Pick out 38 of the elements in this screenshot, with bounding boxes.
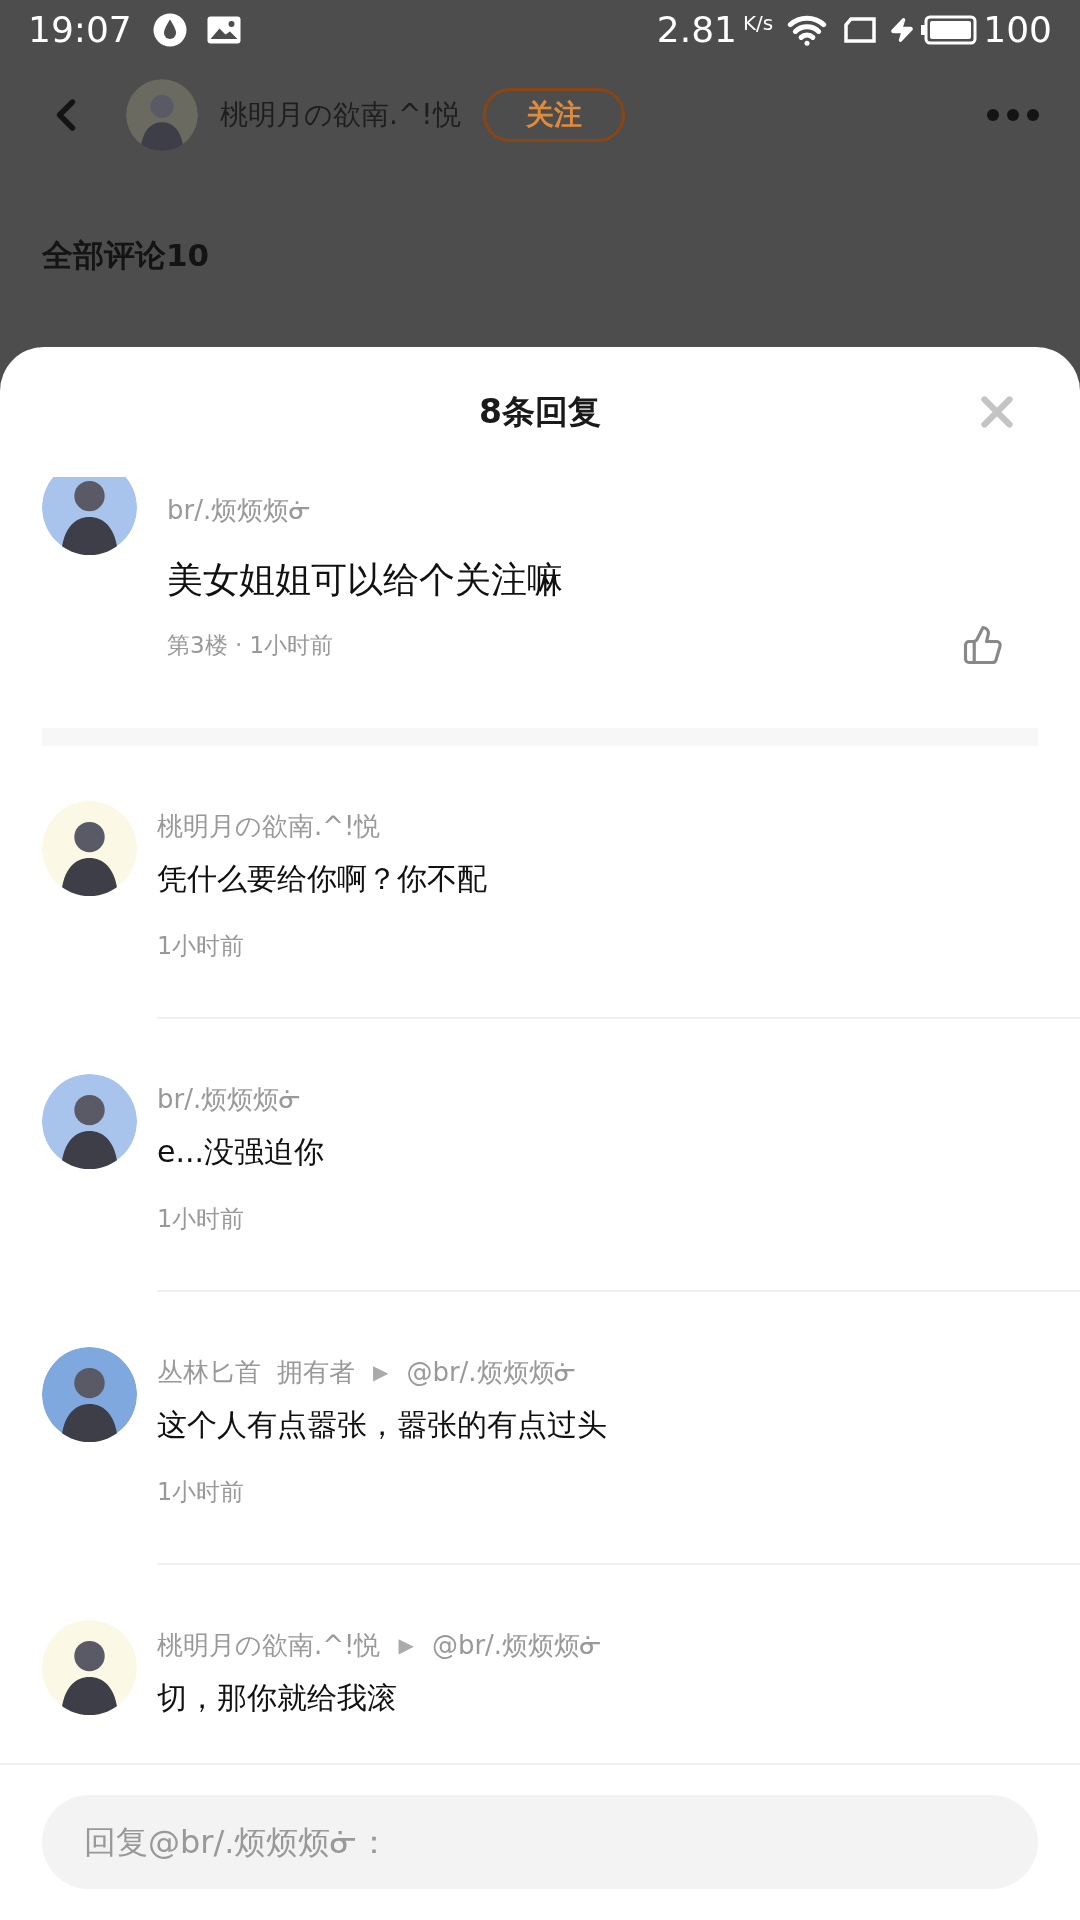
reply-author[interactable]: 桃明月の欲南.^!悦	[157, 1628, 381, 1662]
avatar[interactable]	[42, 801, 137, 896]
reply-time: 1小时前	[157, 1204, 246, 1235]
reply-text: 这个人有点嚣张，嚣张的有点过头	[157, 1406, 608, 1444]
comment-meta: 第3楼 · 1小时前	[167, 631, 334, 660]
reply-field[interactable]: 回复@br/.烦烦烦ᓃ：	[42, 1795, 1038, 1889]
battery-icon	[921, 15, 978, 45]
network-speed: 2.81	[656, 8, 737, 52]
comment-author[interactable]: br/.烦烦烦ᓃ	[167, 493, 1038, 527]
like-icon[interactable]	[962, 624, 1004, 666]
reply-time: 1小时前	[157, 931, 246, 962]
reply-author[interactable]: 丛林匕首	[157, 1355, 261, 1389]
drop-icon	[151, 12, 188, 48]
reply-arrow: ▶	[373, 1359, 389, 1386]
sheet-title: 8条回复	[479, 391, 601, 434]
speed-unit: K/s	[743, 10, 774, 37]
reply-text: 凭什么要给你啊？你不配	[157, 860, 488, 898]
reply-target[interactable]: @br/.烦烦烦ᓃ	[406, 1355, 577, 1389]
owner-label: 拥有者	[277, 1356, 355, 1389]
battery-level: 100	[983, 8, 1052, 52]
reply-author[interactable]: br/.烦烦烦ᓃ	[157, 1082, 302, 1116]
reply-time: 1小时前	[157, 1477, 246, 1508]
reply-author[interactable]: 桃明月の欲南.^!悦	[157, 809, 381, 843]
reply-text: 切，那你就给我滚	[157, 1679, 398, 1717]
avatar[interactable]	[42, 1347, 137, 1442]
reply-target[interactable]: @br/.烦烦烦ᓃ	[431, 1628, 603, 1662]
follow-button[interactable]: 关注	[482, 88, 625, 142]
reply-arrow: ▶	[398, 1632, 414, 1659]
status-time: 19:07	[28, 8, 132, 52]
image-icon	[205, 14, 242, 46]
reply-text: e...没强迫你	[157, 1133, 326, 1171]
comments-heading: 全部评论10	[42, 237, 210, 273]
comment-text: 美女姐姐可以给个关注嘛	[167, 558, 564, 602]
charging-icon	[889, 17, 916, 43]
avatar[interactable]	[42, 1620, 137, 1715]
sim-icon	[843, 16, 878, 44]
avatar[interactable]	[42, 1074, 137, 1169]
avatar[interactable]	[42, 477, 137, 555]
